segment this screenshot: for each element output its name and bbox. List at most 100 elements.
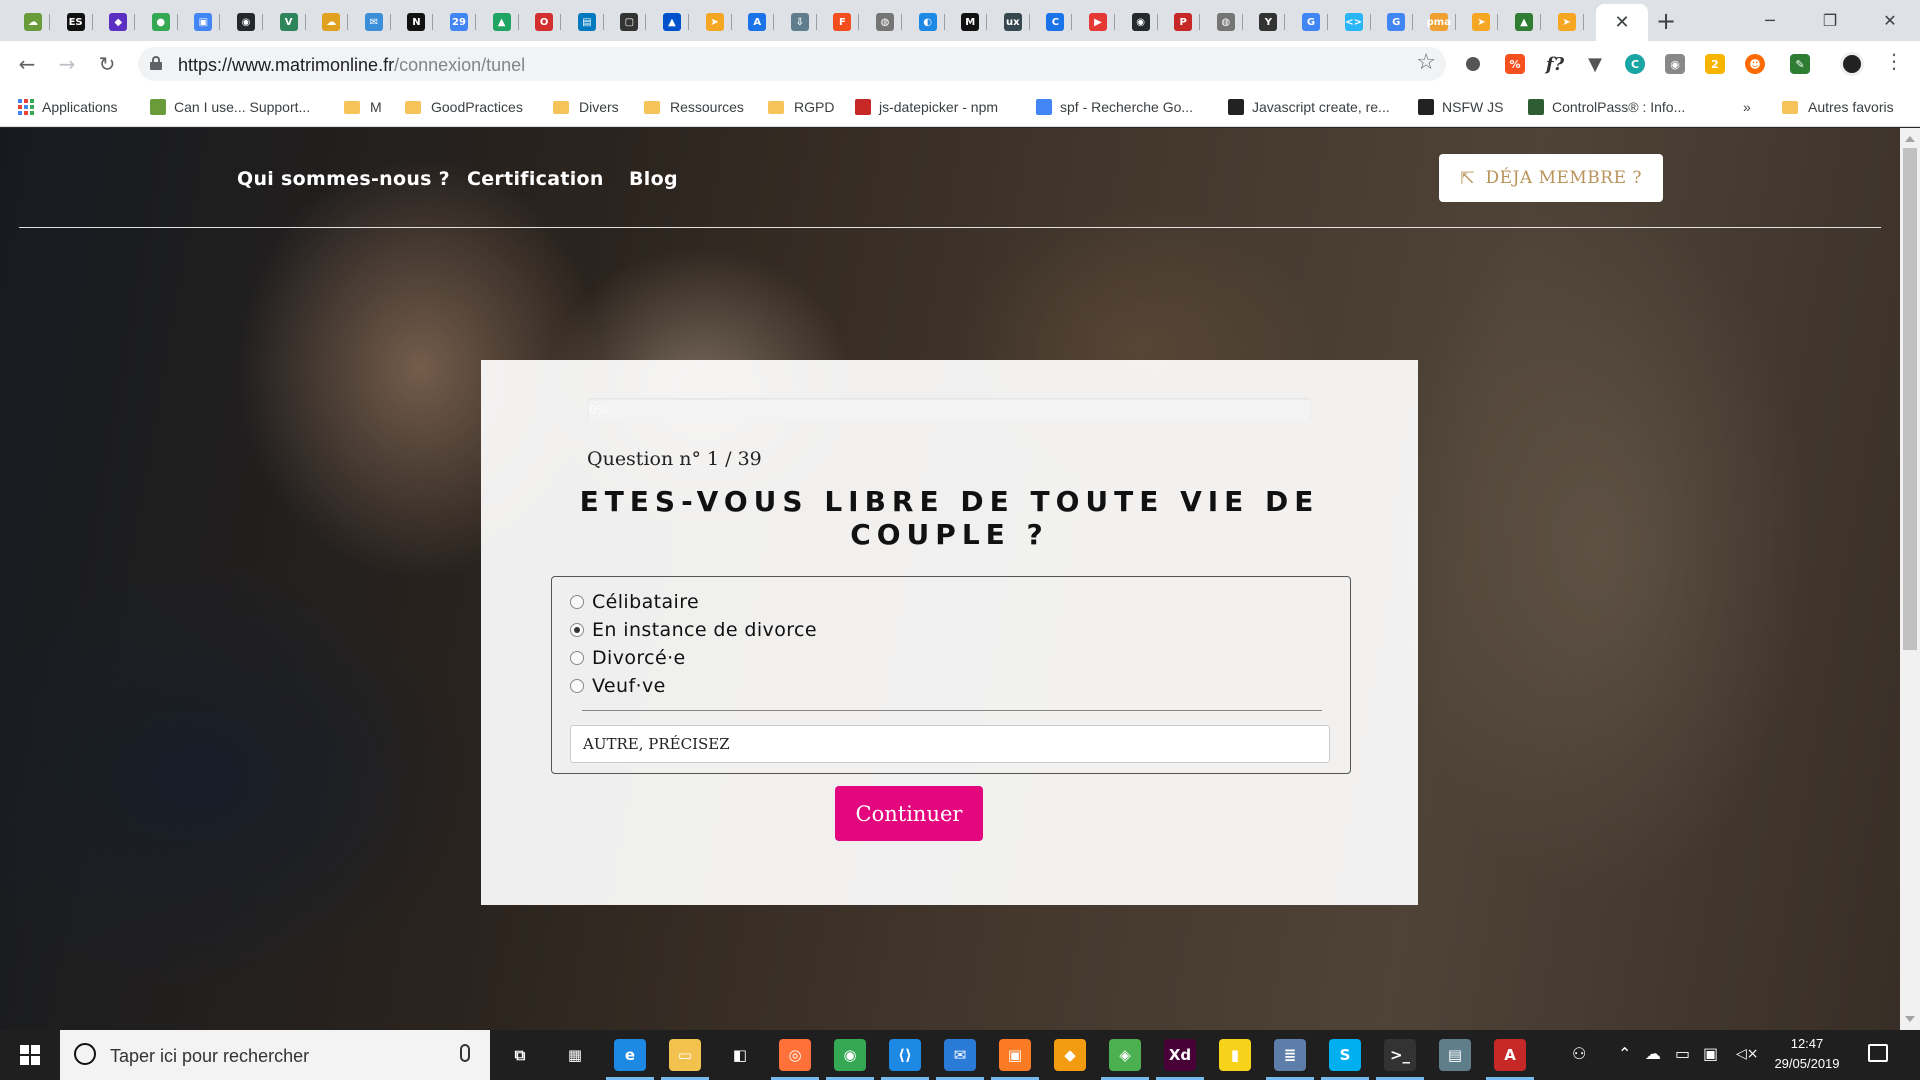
browser-tab[interactable]: ◉ — [229, 8, 263, 36]
start-button[interactable] — [0, 1030, 60, 1080]
browser-tab[interactable]: N — [399, 8, 434, 36]
scroll-up-icon[interactable] — [1905, 136, 1915, 142]
bookmark-item[interactable]: Divers — [553, 97, 619, 117]
browser-tab[interactable]: O — [527, 8, 562, 36]
browser-tab[interactable]: ◐ — [911, 8, 945, 36]
bookmark-item[interactable]: RGPD — [768, 97, 834, 117]
browser-tab[interactable]: ➤ — [698, 8, 732, 36]
bookmark-item[interactable]: NSFW JS — [1418, 97, 1503, 117]
page-scrollbar[interactable] — [1900, 128, 1920, 1030]
extension-camera-icon[interactable]: ◉ — [1665, 54, 1685, 74]
bookmark-star-icon[interactable]: ☆ — [1416, 50, 1436, 75]
member-login-button[interactable]: ⇱ DÉJA MEMBRE ? — [1439, 154, 1663, 202]
radio-button[interactable] — [570, 651, 584, 665]
bookmark-item[interactable]: Javascript create, re... — [1228, 97, 1390, 117]
calculator-icon[interactable]: ▦ — [559, 1039, 591, 1071]
continue-button[interactable]: Continuer — [835, 786, 983, 841]
url-text[interactable]: https://www.matrimonline.fr/connexion/tu… — [178, 55, 525, 76]
browser-tab[interactable]: Y — [1251, 8, 1286, 36]
forward-button[interactable]: → — [52, 49, 82, 79]
active-tab[interactable]: ✕ — [1596, 4, 1648, 41]
vscode-icon[interactable]: ⟨⟩ — [881, 1039, 929, 1080]
people-icon[interactable]: ⚇ — [1572, 1044, 1586, 1063]
tray-expand-icon[interactable]: ⌃ — [1618, 1044, 1631, 1063]
remote-icon[interactable]: ▤ — [1439, 1039, 1471, 1071]
file-explorer-icon[interactable]: ▭ — [661, 1039, 709, 1080]
notifications-icon[interactable] — [1868, 1044, 1888, 1062]
scrollbar-thumb[interactable] — [1903, 148, 1917, 650]
answer-option[interactable]: Célibataire — [570, 589, 699, 615]
thunderbird-icon[interactable]: ✉ — [936, 1039, 984, 1080]
browser-tab[interactable]: ✉ — [357, 8, 391, 36]
radio-button[interactable] — [570, 595, 584, 609]
nav-link-certification[interactable]: Certification — [467, 168, 604, 190]
firefox-icon[interactable]: ◎ — [771, 1039, 819, 1080]
browser-tab[interactable]: 29 — [442, 8, 476, 36]
store-icon[interactable]: ◧ — [724, 1039, 756, 1071]
nav-link-blog[interactable]: Blog — [629, 168, 678, 190]
scroll-down-icon[interactable] — [1905, 1016, 1915, 1022]
browser-tab[interactable]: ➤ — [1464, 8, 1499, 36]
browser-tab[interactable]: ▲ — [655, 8, 689, 36]
acrobat-icon[interactable]: A — [1486, 1039, 1534, 1080]
lock-icon[interactable] — [150, 56, 162, 70]
extension-bulb-icon[interactable]: 2 — [1705, 54, 1725, 74]
browser-tab[interactable]: G — [1294, 8, 1328, 36]
nav-link-about[interactable]: Qui sommes-nous ? — [237, 168, 450, 190]
onedrive-icon[interactable]: ☁ — [1645, 1044, 1661, 1063]
microphone-icon[interactable] — [460, 1044, 470, 1062]
browser-tab[interactable]: ➤ — [1550, 8, 1584, 36]
restore-button[interactable]: ❐ — [1800, 0, 1860, 41]
bookmark-item[interactable]: GoodPractices — [405, 97, 523, 117]
terminal-icon[interactable]: >_ — [1376, 1039, 1424, 1080]
xd-icon[interactable]: Xd — [1156, 1039, 1204, 1080]
xampp-icon[interactable]: ▣ — [991, 1039, 1039, 1080]
answer-option[interactable]: Divorcé·e — [570, 645, 686, 671]
browser-tab[interactable]: ☁ — [314, 8, 349, 36]
browser-tab[interactable]: ◍ — [1209, 8, 1243, 36]
browser-tab[interactable]: ES — [59, 8, 93, 36]
extension-font-icon[interactable]: f? — [1545, 54, 1565, 75]
extension-c-icon[interactable]: C — [1625, 54, 1645, 74]
answer-option[interactable]: Veuf·ve — [570, 673, 666, 699]
browser-tab[interactable]: ▲ — [1507, 8, 1541, 36]
browser-tab[interactable]: P — [1166, 8, 1201, 36]
browser-tab[interactable]: A — [740, 8, 775, 36]
chrome-icon[interactable]: ◉ — [826, 1039, 874, 1080]
browser-tab[interactable]: ux — [996, 8, 1030, 36]
extension-dot-icon[interactable] — [1466, 57, 1480, 71]
browser-tab[interactable]: G — [1379, 8, 1414, 36]
browser-tab[interactable]: V — [272, 8, 306, 36]
address-bar[interactable]: https://www.matrimonline.fr/connexion/tu… — [138, 47, 1446, 81]
extension-percent-icon[interactable]: % — [1505, 54, 1525, 74]
bookmarks-overflow-button[interactable]: » — [1743, 97, 1751, 117]
browser-tab[interactable]: ▶ — [1081, 8, 1115, 36]
other-answer-input[interactable] — [570, 725, 1330, 763]
browser-tab[interactable]: ▲ — [485, 8, 519, 36]
volume-mute-icon[interactable]: ◁× — [1736, 1046, 1759, 1062]
browser-tab[interactable]: ⇩ — [783, 8, 817, 36]
fish-icon[interactable]: ◆ — [1054, 1039, 1086, 1071]
reload-button[interactable]: ↻ — [92, 49, 122, 79]
task-view-icon[interactable]: ⧉ — [504, 1039, 536, 1071]
other-bookmarks[interactable]: Autres favoris — [1782, 97, 1894, 117]
close-tab-icon[interactable]: ✕ — [1614, 12, 1629, 33]
back-button[interactable]: ← — [12, 49, 42, 79]
minimize-button[interactable]: ─ — [1740, 0, 1800, 41]
edge-icon[interactable]: e — [606, 1039, 654, 1080]
profile-avatar[interactable] — [1840, 52, 1864, 76]
browser-tab[interactable]: ◉ — [1124, 8, 1158, 36]
extension-reddit-icon[interactable]: ☻ — [1745, 54, 1765, 74]
radio-button[interactable] — [570, 679, 584, 693]
extension-eyedropper-icon[interactable]: ✎ — [1790, 54, 1810, 74]
extension-vue-icon[interactable]: ▼ — [1585, 54, 1605, 75]
browser-tab[interactable]: ▢ — [612, 8, 647, 36]
radio-button[interactable] — [570, 623, 584, 637]
taskbar-clock[interactable]: 12:47 29/05/2019 — [1762, 1034, 1852, 1074]
git-icon[interactable]: ◈ — [1101, 1039, 1149, 1080]
bookmark-item[interactable]: M — [344, 97, 382, 117]
answer-option[interactable]: En instance de divorce — [570, 617, 817, 643]
close-window-button[interactable]: ✕ — [1860, 0, 1920, 41]
bookmark-item[interactable]: Can I use... Support... — [150, 97, 310, 117]
browser-tab[interactable]: F — [825, 8, 860, 36]
